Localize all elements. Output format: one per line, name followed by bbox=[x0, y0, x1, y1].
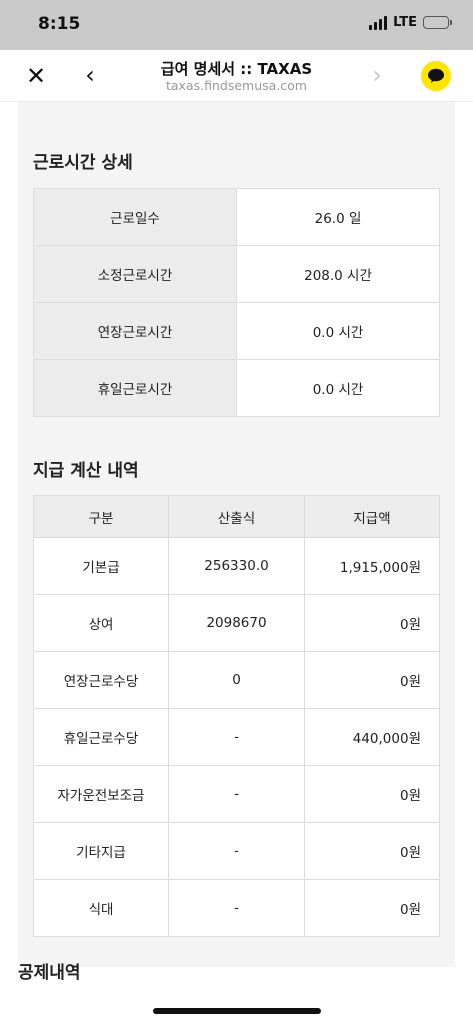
page-title: 급여 명세서 :: TAXAS bbox=[160, 60, 313, 78]
payment-table: 구분 산출식 지급액 기본급 256330.0 1,915,000원 상여 209867… bbox=[33, 495, 440, 937]
table-row: 연장근로수당 0 0원 bbox=[33, 651, 440, 709]
table-row: 기본급 256330.0 1,915,000원 bbox=[33, 537, 440, 595]
payment-amount: 0원 bbox=[304, 594, 440, 652]
table-row: 식대 -0원 bbox=[33, 879, 440, 937]
table-row: 상여 2098670 0원 bbox=[33, 594, 440, 652]
forward-icon[interactable]: › bbox=[365, 63, 389, 88]
table-header-row: 구분 산출식 지급액 bbox=[33, 495, 440, 538]
payment-formula: - bbox=[168, 879, 305, 937]
payment-formula: 2098670 bbox=[168, 594, 305, 652]
home-indicator bbox=[153, 1008, 321, 1014]
payment-item: 식대 bbox=[33, 879, 169, 937]
payment-title: 지급 계산 내역 bbox=[33, 461, 139, 481]
browser-nav-bar: ✕ ‹ 급여 명세서 :: TAXAS taxas.findsemusa.com… bbox=[0, 50, 473, 102]
table-row: 휴일근로시간 0.0 시간 bbox=[33, 359, 440, 417]
table-row: 기타지급 -0원 bbox=[33, 822, 440, 880]
work-hours-label: 연장근로시간 bbox=[33, 302, 237, 360]
payment-item: 휴일근로수당 bbox=[33, 708, 169, 766]
table-row: 근로일수 26.0 일 bbox=[33, 188, 440, 246]
header-amount: 지급액 bbox=[304, 495, 440, 538]
header-formula: 산출식 bbox=[168, 495, 305, 538]
payment-amount: 440,000원 bbox=[304, 708, 440, 766]
payment-item: 연장근로수당 bbox=[33, 651, 169, 709]
payment-amount: 0원 bbox=[304, 879, 440, 937]
work-hours-label: 근로일수 bbox=[33, 188, 237, 246]
payment-formula: 0 bbox=[168, 651, 305, 709]
network-type: LTE bbox=[393, 15, 417, 30]
payment-amount: 0원 bbox=[304, 765, 440, 823]
work-hours-value: 0.0 시간 bbox=[236, 302, 440, 360]
work-hours-table: 근로일수 26.0 일 소정근로시간 208.0 시간 연장근로시간 0.0 시간 휴일근로… bbox=[33, 188, 440, 417]
status-time: 8:15 bbox=[38, 14, 81, 34]
close-icon[interactable]: ✕ bbox=[24, 64, 48, 88]
payment-formula: - bbox=[168, 765, 305, 823]
table-row: 자가운전보조금 -0원 bbox=[33, 765, 440, 823]
deduction-title: 공제내역 bbox=[18, 963, 81, 983]
payment-formula: 256330.0 bbox=[168, 537, 305, 595]
table-row: 휴일근로수당 -440,000원 bbox=[33, 708, 440, 766]
payment-amount: 0원 bbox=[304, 822, 440, 880]
work-hours-value: 0.0 시간 bbox=[236, 359, 440, 417]
payment-amount: 1,915,000원 bbox=[304, 537, 440, 595]
table-row: 연장근로시간 0.0 시간 bbox=[33, 302, 440, 360]
page-url: taxas.findsemusa.com bbox=[166, 78, 307, 93]
signal-icon bbox=[369, 15, 388, 30]
payment-amount: 0원 bbox=[304, 651, 440, 709]
battery-icon bbox=[423, 16, 452, 29]
kakao-talk-icon[interactable] bbox=[421, 61, 451, 91]
payment-formula: - bbox=[168, 822, 305, 880]
back-icon[interactable]: ‹ bbox=[78, 63, 102, 88]
payment-item: 상여 bbox=[33, 594, 169, 652]
work-hours-value: 26.0 일 bbox=[236, 188, 440, 246]
work-hours-title: 근로시간 상세 bbox=[33, 153, 133, 173]
work-hours-value: 208.0 시간 bbox=[236, 245, 440, 303]
table-row: 소정근로시간 208.0 시간 bbox=[33, 245, 440, 303]
page-content: 근로시간 상세 근로일수 26.0 일 소정근로시간 208.0 시간 연장근로시간 0.… bbox=[18, 102, 455, 967]
payment-item: 기타지급 bbox=[33, 822, 169, 880]
work-hours-label: 소정근로시간 bbox=[33, 245, 237, 303]
status-indicators: LTE bbox=[369, 15, 452, 30]
payment-item: 자가운전보조금 bbox=[33, 765, 169, 823]
work-hours-label: 휴일근로시간 bbox=[33, 359, 237, 417]
header-category: 구분 bbox=[33, 495, 169, 538]
status-bar: 8:15 LTE bbox=[0, 0, 473, 50]
payment-formula: - bbox=[168, 708, 305, 766]
payment-item: 기본급 bbox=[33, 537, 169, 595]
browser-sheet: ✕ ‹ 급여 명세서 :: TAXAS taxas.findsemusa.com… bbox=[0, 50, 473, 1024]
